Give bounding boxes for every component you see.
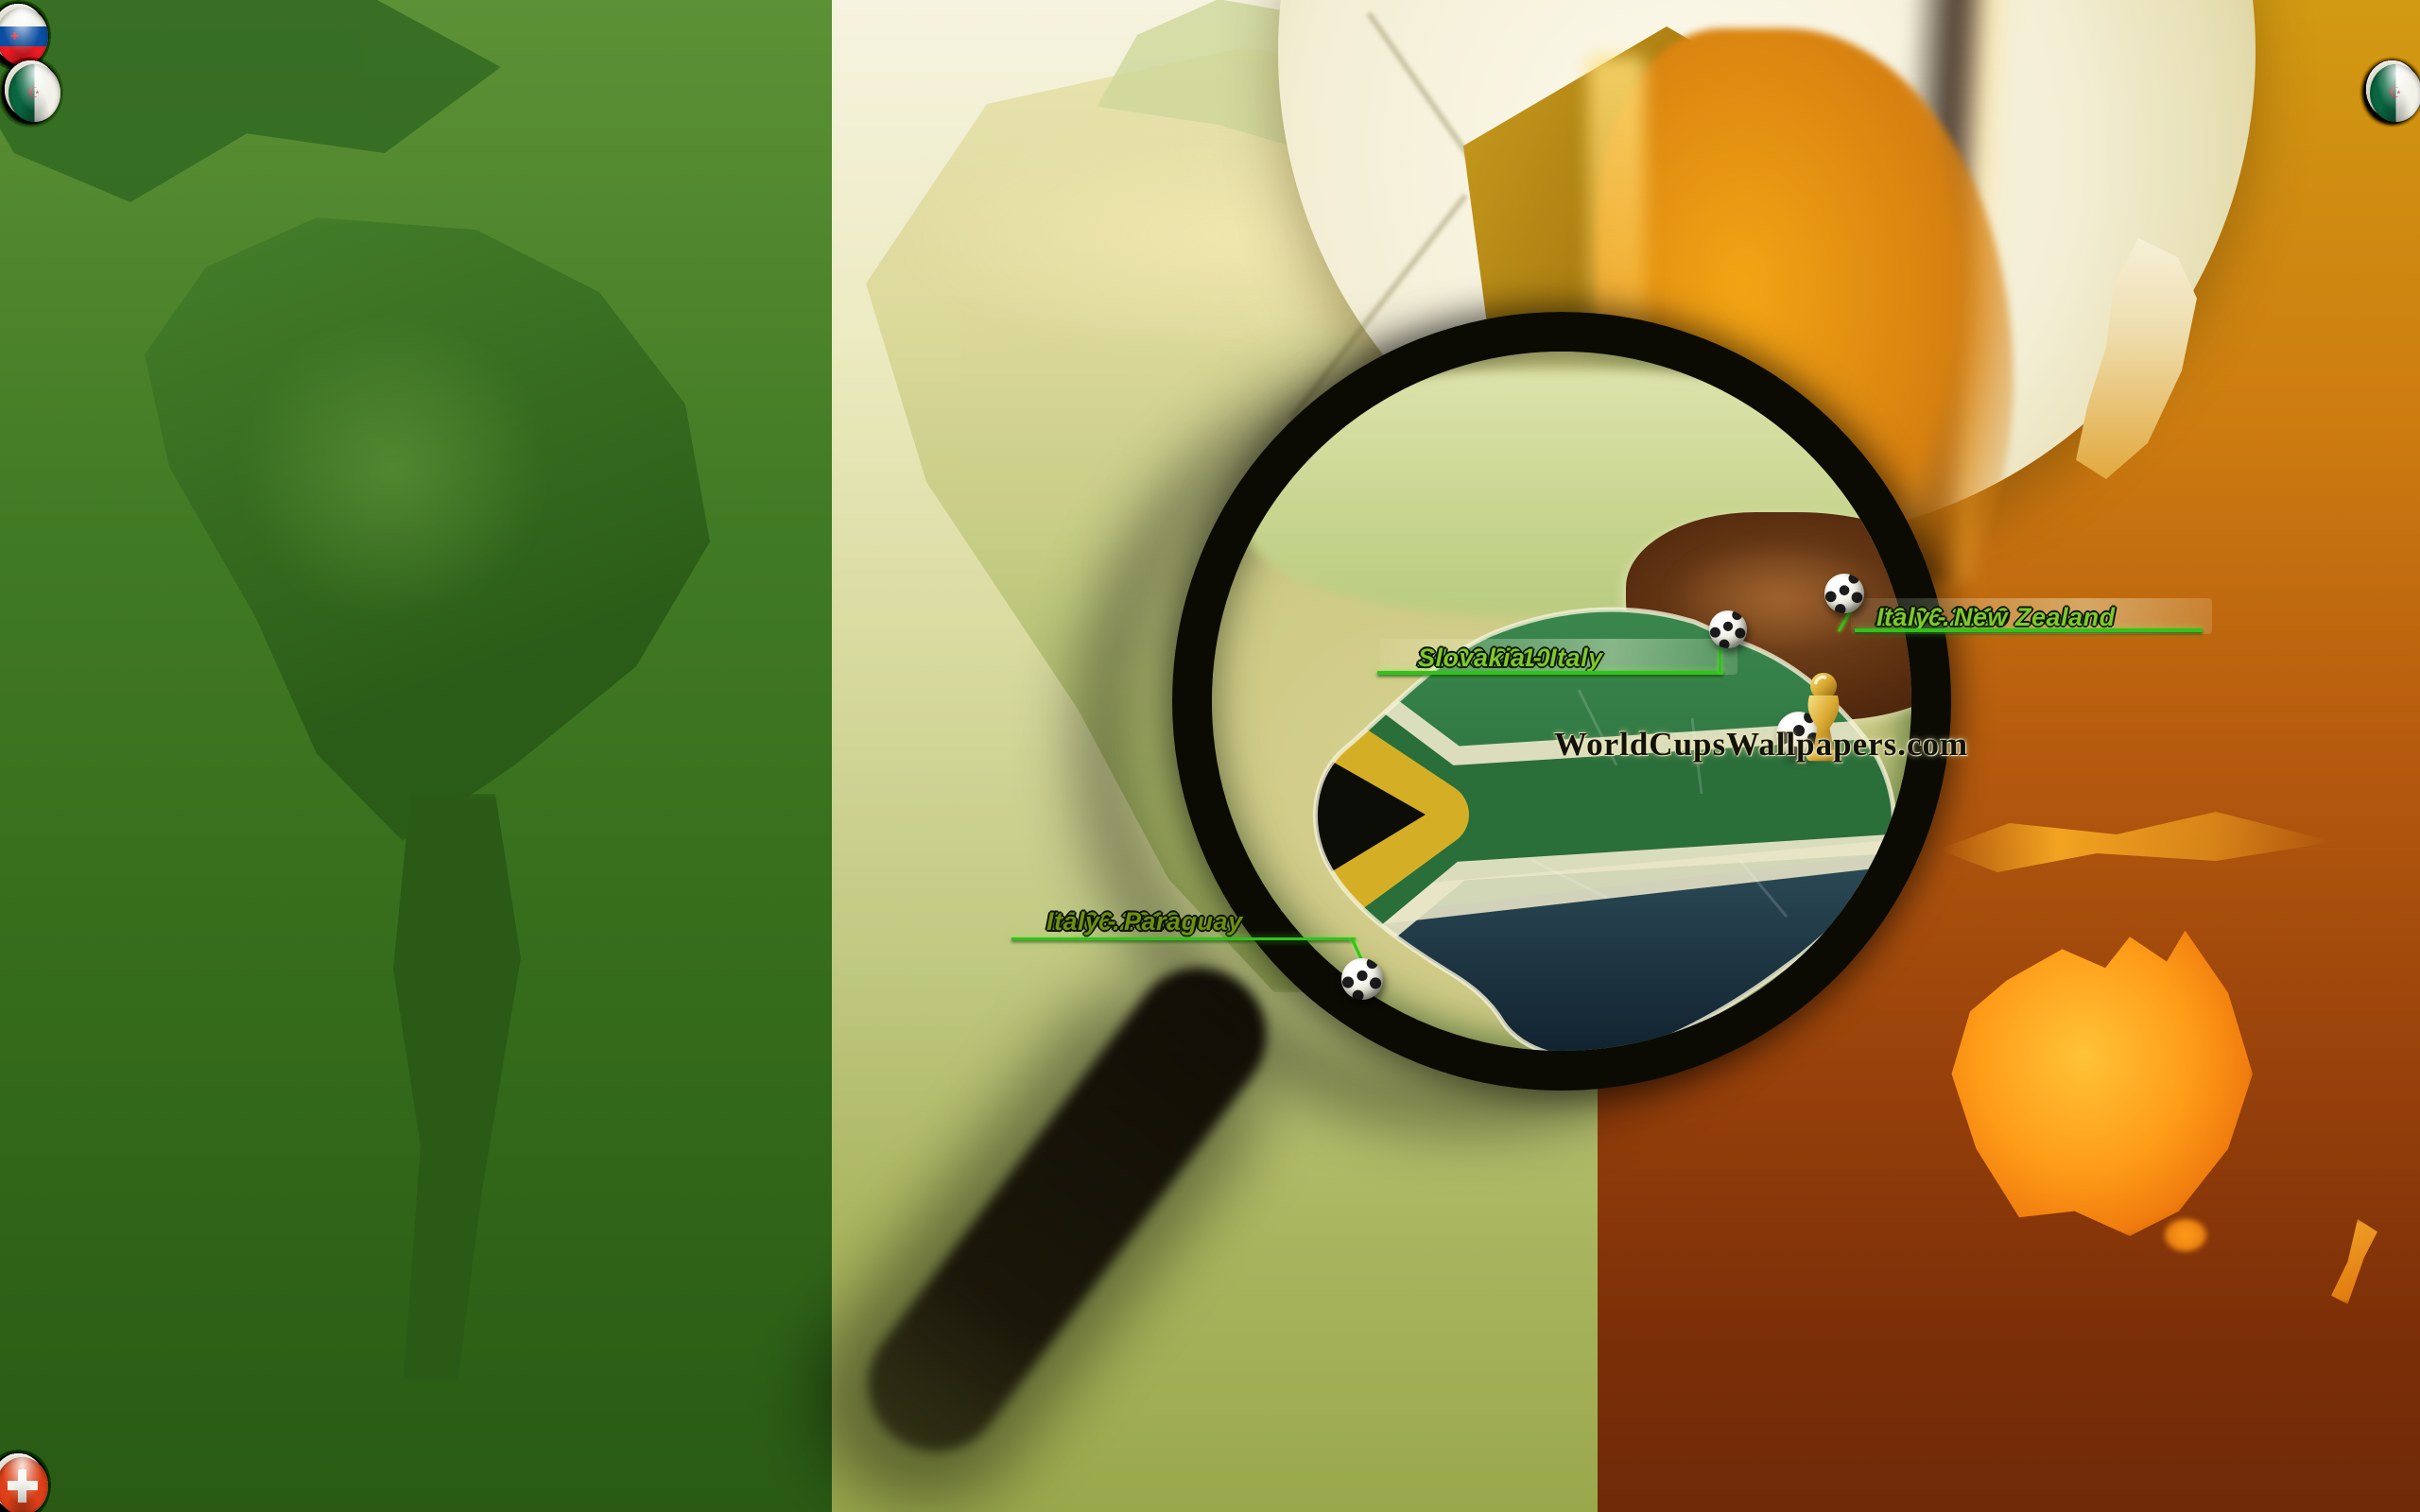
south-america-highlight	[236, 312, 548, 624]
fixture-match: Slovakia - Italy	[1418, 644, 1603, 672]
flag-badge-sui	[0, 1453, 48, 1512]
soccer-ball-marker-nelspruit	[1824, 574, 1864, 613]
fixture-underline	[1855, 628, 2203, 632]
flag-border-left: ▪◉▼◆●★☪●▪✚✚▪◉▼◆●★☪	[2, 60, 60, 1457]
watermark-text: WorldCupsWallpapers.com	[1554, 726, 1969, 763]
flag-border-right: ▪◉▼◆●★☪●▪✚✚▪◉▼◆●★☪	[2363, 60, 2420, 1457]
worldcup-2010-wallpaper: 24.06.2010 Slovakia - Italy 20.06.2010 I…	[0, 0, 2420, 1512]
flag-badge-alg: ☪	[4, 60, 60, 122]
soccer-ball-marker-cape-town	[1341, 958, 1383, 1000]
flag-sui-icon	[0, 1457, 48, 1512]
flag-svk-icon: ✚	[0, 8, 48, 65]
flag-border-bottom: ☀✦☯◉●∗☀★★✶★☀✦☯◉●∗☀★★✶	[0, 1453, 2420, 1512]
fixture-underline	[1377, 671, 1723, 675]
fixture-match: Italy - Paraguay	[1046, 907, 1243, 936]
flag-border-top: ✦☯◉●∗☀★★✶★☀✦☯◉●∗☀★★✶✚	[0, 4, 2420, 65]
flag-alg-icon: ☪	[2369, 64, 2420, 122]
flag-badge-svk: ✚	[0, 4, 48, 65]
flag-alg-icon: ☪	[8, 64, 60, 122]
fixture-underline	[1011, 937, 1356, 940]
tasmania-shape	[2165, 1219, 2206, 1251]
soccer-ball-marker-johannesburg	[1709, 610, 1747, 648]
fixture-connector	[1719, 648, 1721, 673]
flag-badge-alg: ☪	[2365, 60, 2420, 122]
